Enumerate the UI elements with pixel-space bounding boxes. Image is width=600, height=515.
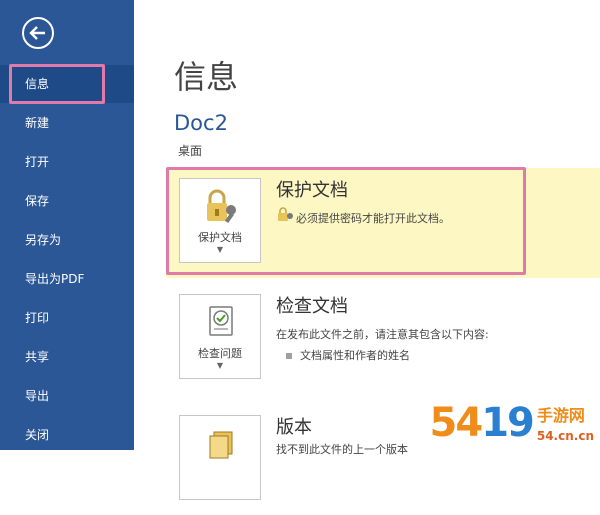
sidebar-annotation-frame: [9, 64, 105, 104]
inspect-document-section: 检查问题 ▼ 检查文档 在发布此文件之前，请注意其包含以下内容: 文档属性和作者…: [166, 284, 600, 394]
arrow-left-icon: [29, 26, 45, 40]
manage-versions-button[interactable]: [179, 415, 261, 500]
inspect-document-title: 检查文档: [276, 296, 348, 317]
versions-title: 版本: [276, 417, 312, 438]
sidebar-item-save-as[interactable]: 另存为: [0, 221, 134, 259]
watermark-number: 54: [429, 400, 484, 446]
watermark-suffix: 19: [481, 400, 535, 446]
sidebar-item-new[interactable]: 新建: [0, 104, 134, 142]
bullet-square-icon: [286, 353, 292, 359]
sidebar-item-export[interactable]: 导出: [0, 377, 134, 415]
inspect-bullet-item: 文档属性和作者的姓名: [286, 347, 410, 363]
back-button[interactable]: [22, 17, 54, 49]
versions-icon: [202, 424, 240, 462]
sidebar-item-close[interactable]: 关闭: [0, 416, 134, 454]
check-issues-button-label: 检查问题: [198, 347, 242, 360]
inspect-bullet-text: 文档属性和作者的姓名: [300, 349, 410, 362]
versions-desc: 找不到此文件的上一个版本: [276, 443, 408, 456]
check-issues-button[interactable]: 检查问题 ▼: [179, 294, 261, 379]
watermark-domain: 54.cn.cn: [536, 429, 594, 443]
sidebar-item-save[interactable]: 保存: [0, 182, 134, 220]
page-title: 信息: [174, 58, 239, 96]
site-watermark-logo: 5419 手游网 54.cn.cn: [430, 400, 594, 446]
dropdown-arrow-icon: ▼: [216, 361, 224, 370]
document-location: 桌面: [178, 144, 203, 158]
sidebar-item-share[interactable]: 共享: [0, 338, 134, 376]
protect-annotation-frame: [166, 167, 526, 275]
watermark-text: 手游网: [536, 406, 585, 425]
sidebar-item-open[interactable]: 打开: [0, 143, 134, 181]
document-name: Doc2: [174, 111, 228, 135]
sidebar-item-export-pdf[interactable]: 导出为PDF: [0, 260, 134, 298]
inspect-document-desc: 在发布此文件之前，请注意其包含以下内容:: [276, 328, 489, 341]
inspect-document-icon: [202, 303, 240, 341]
sidebar-item-print[interactable]: 打印: [0, 299, 134, 337]
